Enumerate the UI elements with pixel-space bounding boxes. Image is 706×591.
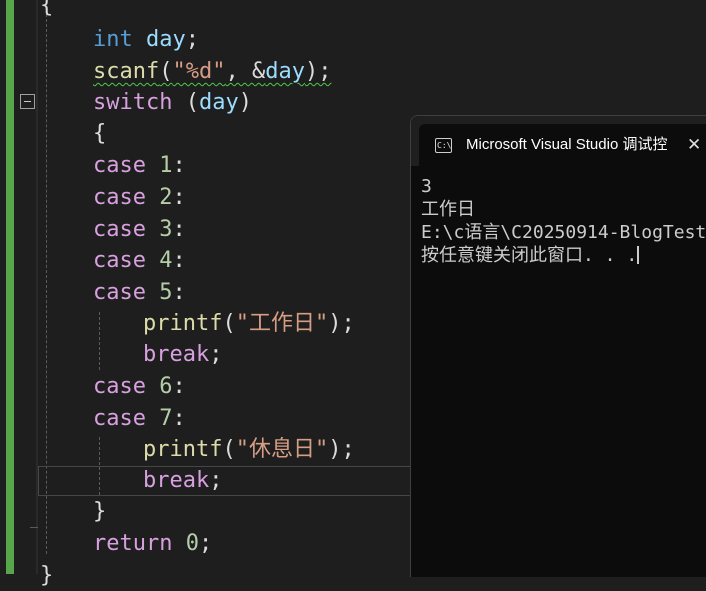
function-name: printf	[143, 311, 223, 336]
close-icon[interactable]: ✕	[687, 134, 701, 156]
code-line: case 5:	[93, 277, 186, 308]
punctuation: (	[159, 59, 173, 84]
code-line: return 0;	[93, 528, 212, 559]
keyword: int	[93, 27, 133, 52]
keyword: case	[93, 280, 146, 305]
code-line: switch (day)	[93, 87, 252, 118]
brace: {	[40, 0, 54, 18]
brace: {	[93, 121, 107, 146]
function-name: printf	[143, 437, 223, 462]
keyword: case	[93, 217, 146, 242]
code-line: {	[40, 0, 53, 21]
output-text: 按任意键关闭此窗口. . .	[421, 245, 638, 266]
console-title: Microsoft Visual Studio 调试控	[466, 136, 668, 153]
fold-end-marker	[30, 527, 38, 528]
punctuation: ;	[198, 531, 213, 556]
string-literal: "工作日"	[235, 311, 329, 336]
code-line: {	[93, 118, 106, 149]
brace: }	[40, 563, 54, 588]
debug-console-window[interactable]: C:\ Microsoft Visual Studio 调试控 ✕ 3 工作日 …	[410, 115, 706, 577]
number: 2	[159, 185, 173, 210]
code-line: break;	[143, 465, 222, 496]
output-line: 工作日	[421, 199, 475, 220]
function-name: scanf	[93, 59, 160, 84]
keyword: case	[93, 406, 146, 431]
code-line: printf("工作日");	[143, 308, 355, 339]
punctuation: (	[172, 90, 199, 115]
code-line: printf("休息日");	[143, 434, 355, 465]
punctuation: :	[172, 217, 186, 242]
output-line: E:\c语言\C20250914-BlogTest	[421, 222, 706, 243]
output-line: 3	[421, 176, 432, 197]
punctuation: :	[172, 153, 186, 178]
code-line: int day;	[93, 24, 199, 55]
keyword: case	[93, 185, 146, 210]
collapse-icon[interactable]	[20, 94, 35, 109]
punctuation: ;	[185, 27, 199, 52]
console-tab[interactable]: C:\ Microsoft Visual Studio 调试控 ✕	[419, 124, 706, 166]
code-line: }	[93, 496, 106, 527]
punctuation: , &	[225, 59, 266, 84]
current-line-highlight	[38, 466, 418, 496]
keyword: switch	[93, 90, 173, 115]
code-line: case 6:	[93, 371, 186, 402]
terminal-icon: C:\	[435, 138, 452, 153]
punctuation: ;	[209, 468, 223, 493]
brace: }	[93, 499, 107, 524]
keyword: break	[143, 342, 210, 367]
code-line: }	[40, 560, 53, 591]
string-literal: "%d"	[172, 59, 226, 84]
variable: day	[198, 90, 239, 115]
punctuation: );	[328, 311, 355, 336]
punctuation: :	[172, 248, 186, 273]
keyword: case	[93, 248, 146, 273]
keyword: break	[143, 468, 210, 493]
code-line: case 1:	[93, 150, 186, 181]
change-tracking-bar	[6, 0, 14, 574]
code-line: case 2:	[93, 182, 186, 213]
keyword: case	[93, 153, 146, 178]
string-literal: "休息日"	[235, 437, 329, 462]
code-line: case 3:	[93, 214, 186, 245]
text-cursor	[637, 246, 640, 264]
code-line: scanf("%d", &day);	[93, 56, 331, 87]
number: 1	[159, 153, 173, 178]
punctuation: (	[222, 311, 236, 336]
punctuation: )	[238, 90, 252, 115]
punctuation: :	[172, 406, 186, 431]
punctuation: );	[304, 59, 332, 84]
indent-guide	[99, 312, 100, 370]
punctuation: :	[172, 374, 186, 399]
number: 6	[159, 374, 173, 399]
console-output: 3 工作日 E:\c语言\C20250914-BlogTest 按任意键关闭此窗…	[421, 175, 706, 267]
number: 4	[159, 248, 173, 273]
punctuation: (	[222, 437, 236, 462]
number: 0	[185, 531, 199, 556]
code-line: case 7:	[93, 403, 186, 434]
punctuation: :	[172, 185, 186, 210]
variable: day	[146, 27, 186, 52]
output-line: 按任意键关闭此窗口. . .	[421, 244, 706, 267]
number: 5	[159, 280, 173, 305]
keyword: return	[93, 531, 173, 556]
code-line: case 4:	[93, 245, 186, 276]
punctuation: :	[172, 280, 186, 305]
number: 3	[159, 217, 173, 242]
console-tab-bar: C:\ Microsoft Visual Studio 调试控 ✕	[411, 116, 706, 166]
keyword: case	[93, 374, 146, 399]
number: 7	[159, 406, 173, 431]
code-line: break;	[143, 339, 222, 370]
punctuation: );	[328, 437, 355, 462]
variable: day	[265, 59, 305, 84]
punctuation: ;	[209, 342, 223, 367]
